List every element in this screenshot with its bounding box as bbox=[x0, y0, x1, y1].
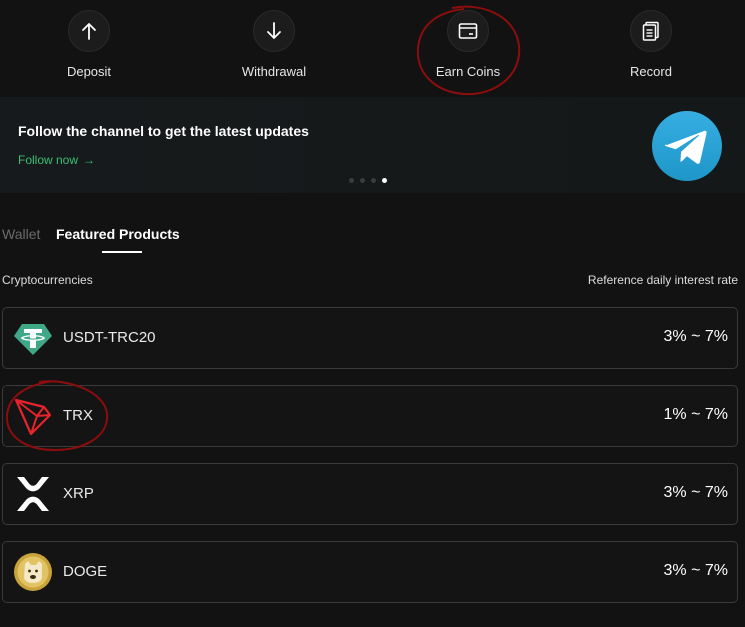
dogecoin-icon bbox=[14, 553, 52, 591]
wallet-card-icon bbox=[447, 10, 489, 52]
product-row-usdt[interactable]: USDT-TRC20 3% ~ 7% bbox=[2, 307, 738, 369]
deposit-label: Deposit bbox=[66, 64, 112, 79]
arrow-right-icon: → bbox=[83, 153, 96, 167]
interest-rate: 3% ~ 7% bbox=[663, 328, 728, 345]
product-row-doge[interactable]: DOGE 3% ~ 7% bbox=[2, 541, 738, 603]
cryptocurrencies-header: Cryptocurrencies bbox=[2, 273, 93, 287]
carousel-dot[interactable] bbox=[349, 178, 354, 183]
record-label: Record bbox=[630, 64, 672, 79]
tab-wallet[interactable]: Wallet bbox=[2, 226, 40, 242]
carousel-dot[interactable] bbox=[371, 178, 376, 183]
coin-name: XRP bbox=[63, 485, 94, 502]
telegram-icon bbox=[652, 111, 722, 181]
xrp-icon bbox=[17, 477, 49, 511]
follow-now-link[interactable]: Follow now → bbox=[18, 153, 95, 167]
coin-name: USDT-TRC20 bbox=[63, 329, 156, 346]
product-row-xrp[interactable]: XRP 3% ~ 7% bbox=[2, 463, 738, 525]
coin-name: TRX bbox=[63, 407, 93, 424]
arrow-up-icon bbox=[68, 10, 110, 52]
document-icon bbox=[630, 10, 672, 52]
interest-rate: 3% ~ 7% bbox=[663, 484, 728, 501]
carousel-indicator[interactable] bbox=[349, 178, 387, 183]
carousel-dot-active[interactable] bbox=[382, 178, 387, 183]
tron-icon bbox=[14, 398, 52, 436]
product-row-trx[interactable]: TRX 1% ~ 7% bbox=[2, 385, 738, 447]
earn-coins-button[interactable]: Earn Coins bbox=[398, 10, 538, 79]
follow-now-label: Follow now bbox=[18, 153, 79, 167]
banner-title: Follow the channel to get the latest upd… bbox=[18, 123, 309, 139]
record-button[interactable]: Record bbox=[581, 10, 721, 79]
earn-page: Deposit Withdrawal Earn Coins Record Fol… bbox=[0, 0, 745, 627]
coin-name: DOGE bbox=[63, 563, 108, 580]
interest-rate-header: Reference daily interest rate bbox=[587, 273, 738, 287]
tether-icon bbox=[14, 324, 52, 355]
active-tab-indicator bbox=[102, 251, 142, 253]
tab-featured-products[interactable]: Featured Products bbox=[56, 226, 180, 242]
earn-coins-label: Earn Coins bbox=[435, 64, 501, 79]
deposit-button[interactable]: Deposit bbox=[19, 10, 159, 79]
interest-rate: 1% ~ 7% bbox=[663, 406, 728, 423]
withdrawal-button[interactable]: Withdrawal bbox=[204, 10, 344, 79]
carousel-dot[interactable] bbox=[360, 178, 365, 183]
quick-actions-bar: Deposit Withdrawal Earn Coins Record bbox=[0, 0, 745, 92]
withdrawal-label: Withdrawal bbox=[241, 64, 307, 79]
arrow-down-icon bbox=[253, 10, 295, 52]
interest-rate: 3% ~ 7% bbox=[663, 562, 728, 579]
telegram-banner[interactable]: Follow the channel to get the latest upd… bbox=[0, 97, 745, 193]
